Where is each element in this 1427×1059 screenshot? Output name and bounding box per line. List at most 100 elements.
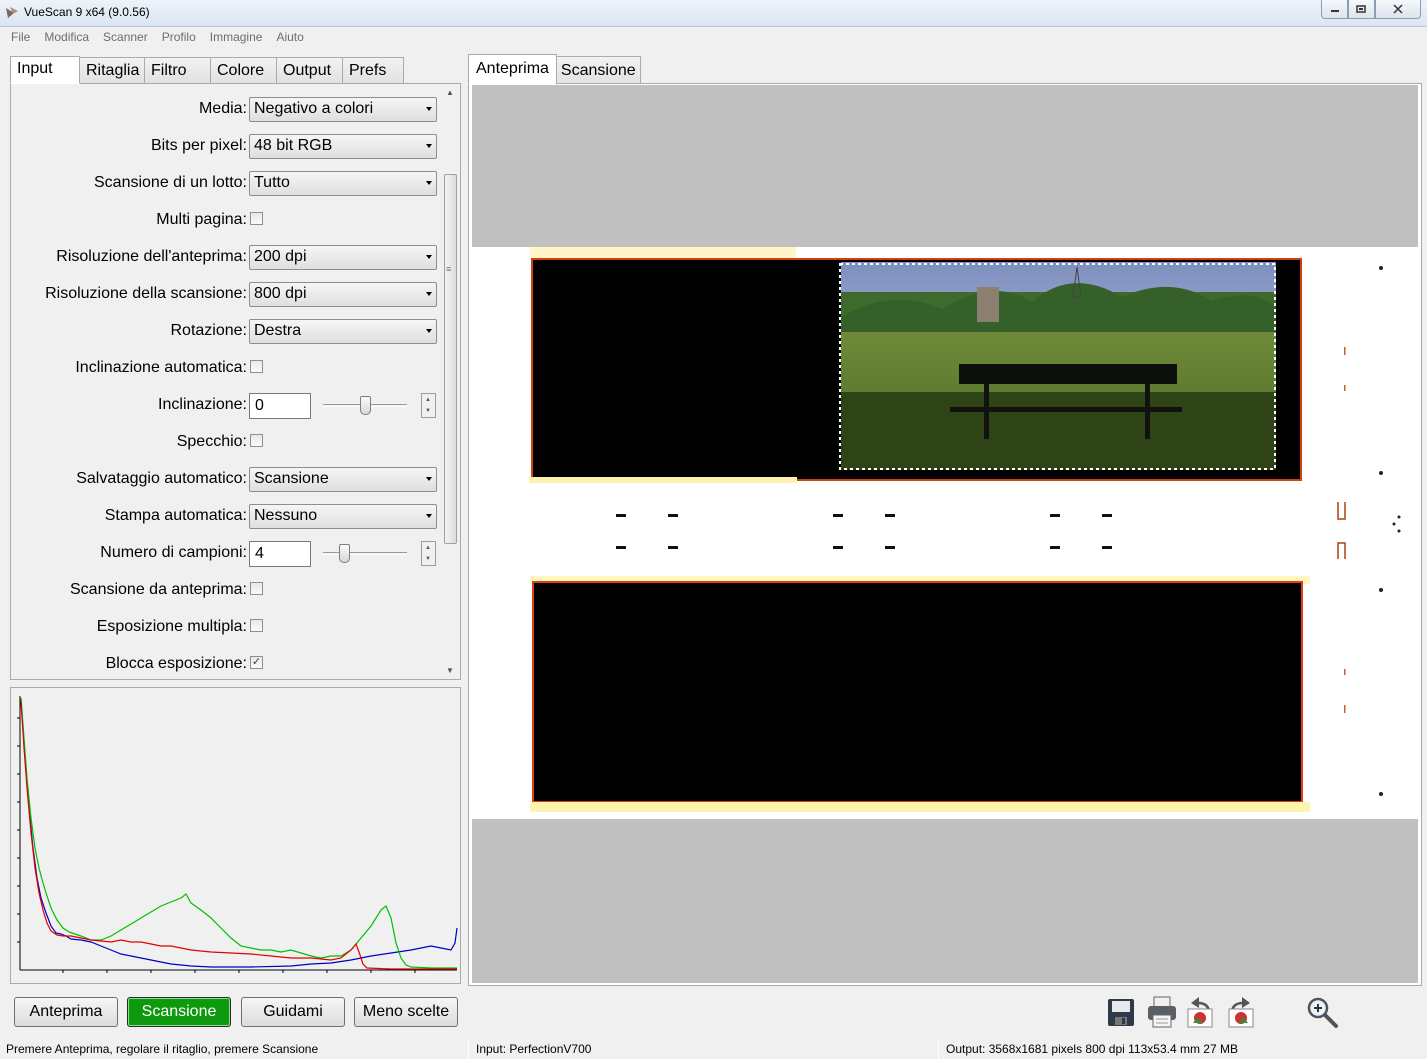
skew-label: Inclinazione: — [158, 396, 247, 413]
rotate-left-icon[interactable] — [1185, 995, 1215, 1029]
menu-profilo[interactable]: Profilo — [155, 28, 203, 48]
rotation-label: Rotazione: — [170, 322, 248, 339]
bits-value: 48 bit RGB — [254, 137, 333, 154]
menu-modifica[interactable]: Modifica — [37, 28, 96, 48]
multi-exposure-label: Esposizione multipla: — [96, 618, 247, 635]
film-strip-preview[interactable] — [472, 247, 1418, 819]
preview-button[interactable]: Anteprima — [14, 997, 118, 1027]
tab-filtro[interactable]: Filtro — [144, 57, 211, 84]
tab-output[interactable]: Output — [276, 57, 343, 84]
scroll-up-icon[interactable]: ▲ — [446, 88, 454, 97]
spin-up-icon[interactable]: ▲ — [425, 545, 431, 551]
lock-exposure-checkbox[interactable]: ✓ — [250, 656, 263, 669]
preview-res-select[interactable]: 200 dpi — [249, 245, 437, 270]
chevron-down-icon — [426, 107, 432, 111]
mirror-checkbox[interactable] — [250, 434, 263, 447]
close-icon — [1393, 4, 1403, 14]
title-bar: VueScan 9 x64 (9.0.56) — [0, 0, 1427, 27]
histogram-red-curve — [20, 701, 457, 970]
histogram-panel — [10, 687, 461, 984]
auto-save-label: Salvataggio automatico: — [76, 470, 247, 487]
tab-anteprima[interactable]: Anteprima — [468, 54, 557, 85]
multipage-checkbox[interactable] — [250, 212, 263, 225]
histogram-blue-curve — [20, 699, 458, 968]
preview-res-label: Risoluzione dell'anteprima: — [56, 248, 247, 265]
bits-select[interactable]: 48 bit RGB — [249, 134, 437, 159]
samples-row: Numero di campioni: 4 ▲ ▼ — [11, 540, 441, 567]
chevron-down-icon — [426, 477, 432, 481]
skew-input[interactable]: 0 — [249, 393, 311, 419]
histogram-green-curve — [20, 697, 457, 969]
save-icon[interactable] — [1106, 995, 1136, 1029]
batch-select[interactable]: Tutto — [249, 171, 437, 196]
auto-print-select[interactable]: Nessuno — [249, 504, 437, 529]
media-value: Negativo a colori — [254, 100, 374, 117]
status-output-info: Output: 3568x1681 pixels 800 dpi 113x53.… — [946, 1042, 1238, 1056]
chevron-down-icon — [426, 292, 432, 296]
batch-row: Scansione di un lotto: Tutto — [11, 170, 441, 196]
skew-spinner[interactable]: ▲ ▼ — [421, 393, 436, 418]
tab-input[interactable]: Input — [10, 56, 80, 84]
tab-ritaglia[interactable]: Ritaglia — [79, 57, 145, 84]
rotation-select[interactable]: Destra — [249, 319, 437, 344]
chevron-down-icon — [426, 144, 432, 148]
preview-background-bottom — [472, 819, 1418, 983]
tab-scansione[interactable]: Scansione — [555, 56, 641, 85]
auto-print-label: Stampa automatica: — [104, 507, 247, 524]
settings-scrollbar[interactable]: ▲ ≡ ▼ — [443, 86, 458, 677]
scan-from-preview-checkbox[interactable] — [250, 582, 263, 595]
rotate-right-icon[interactable] — [1226, 995, 1256, 1029]
lock-exposure-label: Blocca esposizione: — [105, 655, 247, 672]
media-select[interactable]: Negativo a colori — [249, 97, 437, 122]
status-bar: Premere Anteprima, regolare il ritaglio,… — [0, 1039, 1427, 1059]
menu-file[interactable]: File — [0, 28, 37, 48]
minimize-button[interactable] — [1321, 0, 1348, 19]
left-tab-bar: Input Ritaglia Filtro Colore Output Pref… — [10, 56, 404, 84]
samples-input[interactable]: 4 — [249, 541, 311, 567]
scan-res-row: Risoluzione della scansione: 800 dpi — [11, 281, 441, 307]
skew-slider[interactable] — [323, 396, 407, 415]
tab-prefs[interactable]: Prefs — [342, 57, 404, 84]
samples-slider[interactable] — [323, 544, 407, 563]
guide-button[interactable]: Guidami — [241, 997, 345, 1027]
less-options-button[interactable]: Meno scelte — [354, 997, 458, 1027]
maximize-button[interactable] — [1348, 0, 1375, 19]
spin-down-icon[interactable]: ▼ — [425, 556, 431, 562]
right-tab-bar: Anteprima Scansione — [468, 54, 641, 85]
scroll-down-icon[interactable]: ▼ — [446, 666, 454, 675]
samples-spinner[interactable]: ▲ ▼ — [421, 541, 436, 566]
mirror-label: Specchio: — [176, 433, 247, 450]
chevron-down-icon — [426, 181, 432, 185]
auto-skew-checkbox[interactable] — [250, 360, 263, 373]
tab-colore[interactable]: Colore — [210, 57, 277, 84]
chevron-down-icon — [426, 514, 432, 518]
status-separator — [468, 1039, 469, 1059]
scan-button[interactable]: Scansione — [127, 997, 231, 1027]
multi-exposure-checkbox[interactable] — [250, 619, 263, 632]
auto-skew-row: Inclinazione automatica: — [11, 355, 441, 381]
close-button[interactable] — [1375, 0, 1421, 19]
chevron-down-icon — [426, 329, 432, 333]
auto-print-value: Nessuno — [254, 507, 318, 524]
media-label: Media: — [198, 100, 247, 117]
spin-up-icon[interactable]: ▲ — [425, 397, 431, 403]
scan-res-select[interactable]: 800 dpi — [249, 282, 437, 307]
rotation-row: Rotazione: Destra — [11, 318, 441, 344]
samples-slider-handle[interactable] — [339, 544, 350, 563]
print-icon[interactable] — [1146, 995, 1178, 1029]
scroll-grip-icon: ≡ — [446, 264, 452, 274]
skew-slider-handle[interactable] — [360, 396, 371, 415]
menu-aiuto[interactable]: Aiuto — [269, 28, 310, 48]
window-title: VueScan 9 x64 (9.0.56) — [24, 5, 150, 19]
batch-label: Scansione di un lotto: — [94, 174, 247, 191]
menu-immagine[interactable]: Immagine — [203, 28, 270, 48]
scrollbar-thumb[interactable] — [444, 174, 457, 544]
film-strip-image — [529, 247, 1401, 812]
media-row: Media: Negativo a colori — [11, 96, 441, 122]
menu-scanner[interactable]: Scanner — [96, 28, 155, 48]
status-hint: Premere Anteprima, regolare il ritaglio,… — [6, 1042, 319, 1056]
spin-down-icon[interactable]: ▼ — [425, 408, 431, 414]
lock-exposure-row: Blocca esposizione: ✓ — [11, 651, 441, 677]
auto-save-select[interactable]: Scansione — [249, 467, 437, 492]
zoom-in-icon[interactable] — [1305, 995, 1339, 1029]
